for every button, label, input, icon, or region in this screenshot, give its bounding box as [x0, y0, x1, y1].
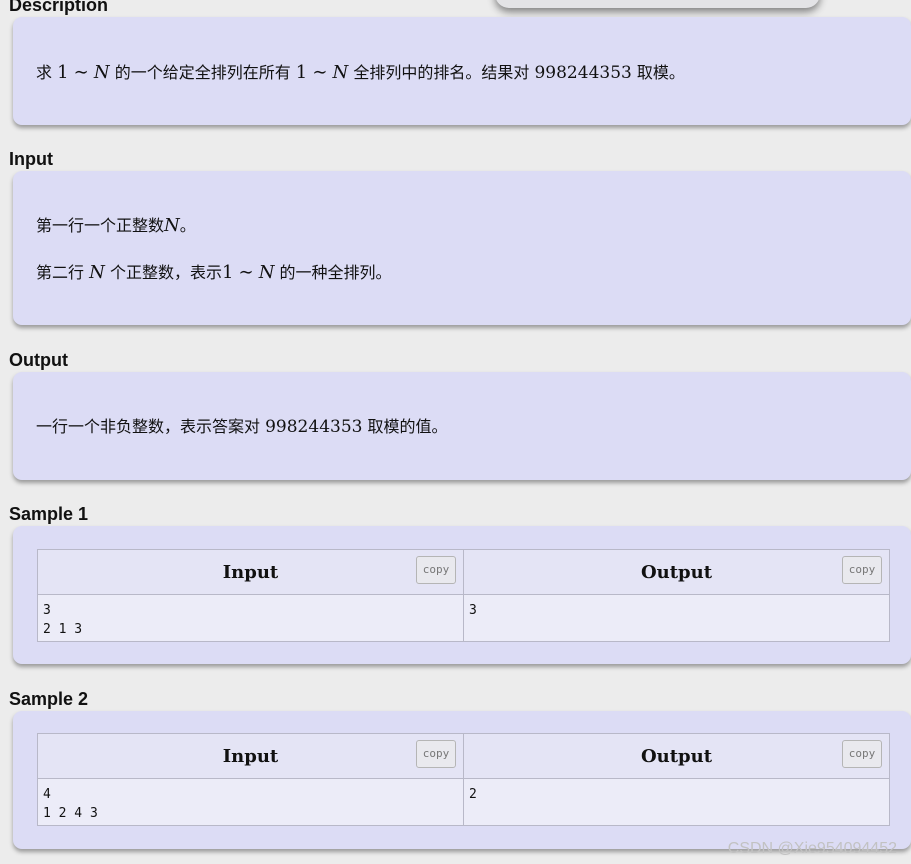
- math-tilde: ∼: [73, 62, 89, 83]
- math-n: N: [332, 62, 349, 83]
- sample-2-output-header: Output copy: [463, 733, 890, 779]
- math-tilde: ∼: [312, 62, 328, 83]
- sample-2-input-cell: 4 1 2 4 3: [37, 778, 464, 826]
- output-box: 一行一个非负整数，表示答案对 998244353 取模的值。: [13, 372, 911, 480]
- math-n: N: [89, 262, 105, 283]
- sample-1-table: Input copy Output copy 3 2 1 3 3: [37, 549, 890, 642]
- header-label: Output: [640, 745, 713, 767]
- text-segment: 第二行: [36, 263, 85, 282]
- text-segment: 一行一个非负整数，表示答案对: [36, 417, 261, 436]
- output-title: Output: [9, 350, 68, 370]
- input-line-2: 第二行 N 个正整数，表示1 ∼ N 的一种全排列。: [36, 259, 392, 283]
- sample-2-output-cell: 2: [463, 778, 890, 826]
- sample-1-box: Input copy Output copy 3 2 1 3 3: [13, 526, 911, 664]
- description-title: Description: [9, 0, 109, 15]
- sample-1-input-cell: 3 2 1 3: [37, 594, 464, 642]
- math-one: 1: [221, 262, 234, 283]
- text-segment: 第一行一个正整数: [36, 216, 165, 235]
- text-segment: 全排列中的排名。结果对: [353, 63, 530, 82]
- sample-2-table: Input copy Output copy 4 1 2 4 3 2: [37, 733, 890, 826]
- sample-1-input-header: Input copy: [37, 549, 464, 595]
- output-line-1: 一行一个非负整数，表示答案对 998244353 取模的值。: [36, 413, 448, 437]
- header-label: Input: [222, 745, 279, 767]
- text-segment: 取模的值。: [367, 417, 448, 436]
- sample-line: 1 2 4 3: [43, 806, 98, 821]
- math-n: N: [258, 262, 275, 283]
- input-title: Input: [9, 149, 53, 169]
- text-segment: 的一个给定全排列在所有: [114, 63, 291, 82]
- header-label: Output: [640, 561, 713, 583]
- math-n: N: [93, 62, 110, 83]
- math-one: 1: [295, 62, 308, 83]
- description-text: 求 1 ∼ N 的一个给定全排列在所有 1 ∼ N 全排列中的排名。结果对 99…: [36, 59, 685, 83]
- sample-line: 3: [43, 603, 51, 618]
- sample-1-output-header: Output copy: [463, 549, 890, 595]
- modulus-number: 998244353: [534, 63, 632, 83]
- description-box: 求 1 ∼ N 的一个给定全排列在所有 1 ∼ N 全排列中的排名。结果对 99…: [13, 17, 911, 125]
- copy-input-button[interactable]: copy: [416, 740, 456, 768]
- sample-line: 4: [43, 787, 51, 802]
- sample-line: 2 1 3: [43, 622, 83, 637]
- sample-2-title: Sample 2: [9, 689, 89, 709]
- math-tilde: ∼: [238, 262, 254, 283]
- sample-line: 3: [469, 603, 477, 618]
- input-box: 第一行一个正整数N。 第二行 N 个正整数，表示1 ∼ N 的一种全排列。: [13, 171, 911, 325]
- text-segment: 的一种全排列。: [279, 263, 392, 282]
- input-line-1: 第一行一个正整数N。: [36, 212, 196, 236]
- modulus-number: 998244353: [265, 417, 363, 437]
- text-segment: 。: [179, 216, 196, 235]
- text-segment: 取模。: [636, 63, 685, 82]
- overlay-panel-shadow: [495, 0, 820, 8]
- text-segment: 个正整数，表示: [109, 263, 222, 282]
- text-segment: 求: [36, 63, 53, 82]
- copy-input-button[interactable]: copy: [416, 556, 456, 584]
- sample-1-output-cell: 3: [463, 594, 890, 642]
- math-n: N: [164, 215, 180, 236]
- copy-output-button[interactable]: copy: [842, 740, 882, 768]
- math-one: 1: [57, 62, 69, 83]
- watermark: CSDN @Xie954094452: [727, 840, 897, 857]
- sample-1-title: Sample 1: [9, 504, 89, 524]
- sample-2-box: Input copy Output copy 4 1 2 4 3 2: [13, 711, 911, 849]
- header-label: Input: [222, 561, 279, 583]
- sample-2-input-header: Input copy: [37, 733, 464, 779]
- sample-line: 2: [469, 787, 477, 802]
- copy-output-button[interactable]: copy: [842, 556, 882, 584]
